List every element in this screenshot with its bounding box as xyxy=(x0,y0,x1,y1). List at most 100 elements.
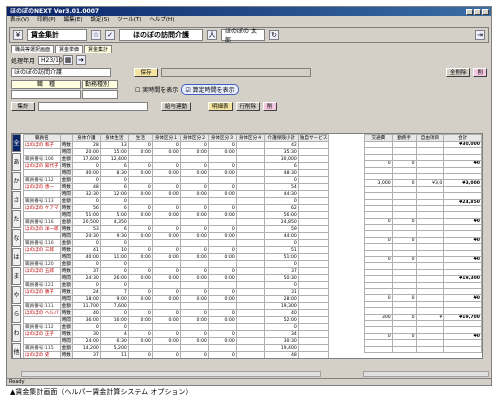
value-cell[interactable]: 5:00 xyxy=(99,211,129,219)
table-row[interactable]: 時間 24:30 9:30 0:00 0:00 0:00 0:00 44:00 xyxy=(23,232,330,240)
value-cell[interactable]: 0 xyxy=(71,197,101,205)
value-cell[interactable] xyxy=(151,302,181,310)
value-cell[interactable]: 0 xyxy=(99,239,129,247)
value-cell[interactable] xyxy=(207,239,237,247)
table-row[interactable]: 時間 18:00 9:00 0:00 0:00 0:00 0:00 28:00 xyxy=(23,295,330,303)
job-type-select[interactable] xyxy=(11,89,81,99)
value-cell[interactable]: 0:00 xyxy=(207,169,237,177)
value-cell[interactable]: 0:00 xyxy=(151,148,181,156)
maximize-button[interactable] xyxy=(474,8,481,15)
table-row[interactable]: 職員番号:112 金額 0 0 0 xyxy=(23,323,330,331)
value-cell[interactable]: 12:00 xyxy=(99,190,129,198)
value-cell[interactable] xyxy=(364,345,393,353)
value-cell[interactable]: 0:00 xyxy=(127,295,153,303)
value-cell[interactable] xyxy=(235,190,265,198)
custom-service-cell[interactable] xyxy=(297,288,330,296)
value-cell[interactable]: 0 xyxy=(127,309,153,317)
table-row[interactable]: ほのぼの 勝子 時数 24 7 0 0 0 0 31 xyxy=(23,288,330,296)
value-cell[interactable]: 0 xyxy=(151,351,181,358)
value-cell[interactable]: 0:00 xyxy=(151,253,181,261)
value-cell[interactable] xyxy=(151,155,181,163)
close-button[interactable] xyxy=(482,8,489,15)
table-row[interactable] xyxy=(364,345,482,353)
value-cell[interactable] xyxy=(207,218,237,226)
custom-service-cell[interactable] xyxy=(297,330,330,338)
value-cell[interactable]: 0:00 xyxy=(127,148,153,156)
value-cell[interactable] xyxy=(207,197,237,205)
value-cell[interactable]: 17,600 xyxy=(71,155,101,163)
value-cell[interactable]: 40 xyxy=(71,309,101,317)
value-cell[interactable] xyxy=(207,302,237,310)
table-row[interactable]: 職員番号:116 金額 20,500 4,350 24,850 xyxy=(23,218,330,226)
value-cell[interactable] xyxy=(415,345,445,353)
value-cell[interactable] xyxy=(207,323,237,331)
value-cell[interactable]: 0 xyxy=(151,141,181,149)
value-cell[interactable]: 0:00 xyxy=(207,295,237,303)
value-cell[interactable]: 0 xyxy=(127,225,153,233)
value-cell[interactable]: 9:00 xyxy=(99,295,129,303)
value-cell[interactable]: 0 xyxy=(71,281,101,289)
value-cell[interactable] xyxy=(151,281,181,289)
value-cell[interactable]: 0:00 xyxy=(179,211,209,219)
value-cell[interactable]: 20:00 xyxy=(100,359,128,360)
clear-all-button[interactable]: 全削除 xyxy=(445,67,471,77)
tab-wage-total[interactable]: 賃金集計 xyxy=(84,45,113,53)
value-cell[interactable] xyxy=(127,155,153,163)
value-cell[interactable]: 0:00 xyxy=(180,359,208,360)
value-cell[interactable]: 12,400 xyxy=(99,155,129,163)
value-cell[interactable] xyxy=(127,323,153,331)
value-cell[interactable]: 15:00 xyxy=(99,148,129,156)
value-cell[interactable] xyxy=(179,302,209,310)
value-cell[interactable] xyxy=(127,344,153,352)
value-cell[interactable]: 0 xyxy=(179,309,209,317)
value-cell[interactable] xyxy=(151,176,181,184)
table-row[interactable]: 職員番号:106 金額 17,600 12,400 30,000 xyxy=(23,155,330,163)
payroll-link-button[interactable]: 給与連動 xyxy=(161,101,192,111)
kana-tab-1[interactable]: あ xyxy=(12,153,21,171)
table-row[interactable]: ほのぼの 五郎 時数 37 0 0 0 0 0 37 xyxy=(23,267,330,275)
custom-service-cell[interactable] xyxy=(297,344,330,352)
value-cell[interactable] xyxy=(127,281,153,289)
calendar-icon[interactable]: ▦ xyxy=(63,55,74,65)
custom-service-cell[interactable] xyxy=(297,351,330,358)
value-cell[interactable] xyxy=(127,176,153,184)
value-cell[interactable]: 0 xyxy=(127,288,153,296)
value-cell[interactable]: 0:00 xyxy=(207,316,237,324)
value-cell[interactable] xyxy=(235,225,265,233)
value-cell[interactable]: 0:00 xyxy=(127,274,153,282)
value-cell[interactable] xyxy=(207,176,237,184)
value-cell[interactable]: 0:00 xyxy=(179,232,209,240)
value-cell[interactable] xyxy=(235,351,265,358)
value-cell[interactable] xyxy=(236,359,264,360)
value-cell[interactable] xyxy=(179,260,209,268)
value-cell[interactable]: 0:00 xyxy=(179,274,209,282)
value-cell[interactable] xyxy=(127,218,153,226)
value-cell[interactable]: 0:00 xyxy=(207,337,237,345)
detail-button[interactable]: 明細表 xyxy=(208,101,233,111)
custom-service-cell[interactable] xyxy=(297,281,330,289)
table-row[interactable]: 職員番号:121 金額 0 0 0 xyxy=(23,281,330,289)
value-cell[interactable]: 0 xyxy=(207,309,237,317)
value-cell[interactable]: 0 xyxy=(127,330,153,338)
table-row[interactable]: 時間 51:00 5:00 0:00 0:00 0:00 0:00 56:00 xyxy=(23,211,330,219)
checkbox-actual-time[interactable]: ☐ 実時間を表示 xyxy=(135,85,178,94)
value-cell[interactable]: 0 xyxy=(71,162,101,170)
value-cell[interactable]: 0 xyxy=(99,176,129,184)
value-cell[interactable]: 0 xyxy=(207,141,237,149)
value-cell[interactable]: 0 xyxy=(99,323,129,331)
value-cell[interactable]: 0:00 xyxy=(207,274,237,282)
value-cell[interactable]: 0 xyxy=(207,162,237,170)
custom-service-cell[interactable] xyxy=(297,316,330,324)
value-cell[interactable]: 0 xyxy=(71,239,101,247)
value-cell[interactable]: 0:00 xyxy=(127,337,153,345)
value-cell[interactable]: 6 xyxy=(99,183,129,191)
custom-service-cell[interactable] xyxy=(297,211,330,219)
value-cell[interactable] xyxy=(235,169,265,177)
value-cell[interactable] xyxy=(235,211,265,219)
value-cell[interactable] xyxy=(235,148,265,156)
value-cell[interactable] xyxy=(235,295,265,303)
value-cell[interactable] xyxy=(235,218,265,226)
value-cell[interactable]: 0:00 xyxy=(179,190,209,198)
table-row[interactable]: ほのぼの 知代子 時数 0 6 0 0 0 0 6 xyxy=(23,162,330,170)
value-cell[interactable]: 0 xyxy=(127,183,153,191)
